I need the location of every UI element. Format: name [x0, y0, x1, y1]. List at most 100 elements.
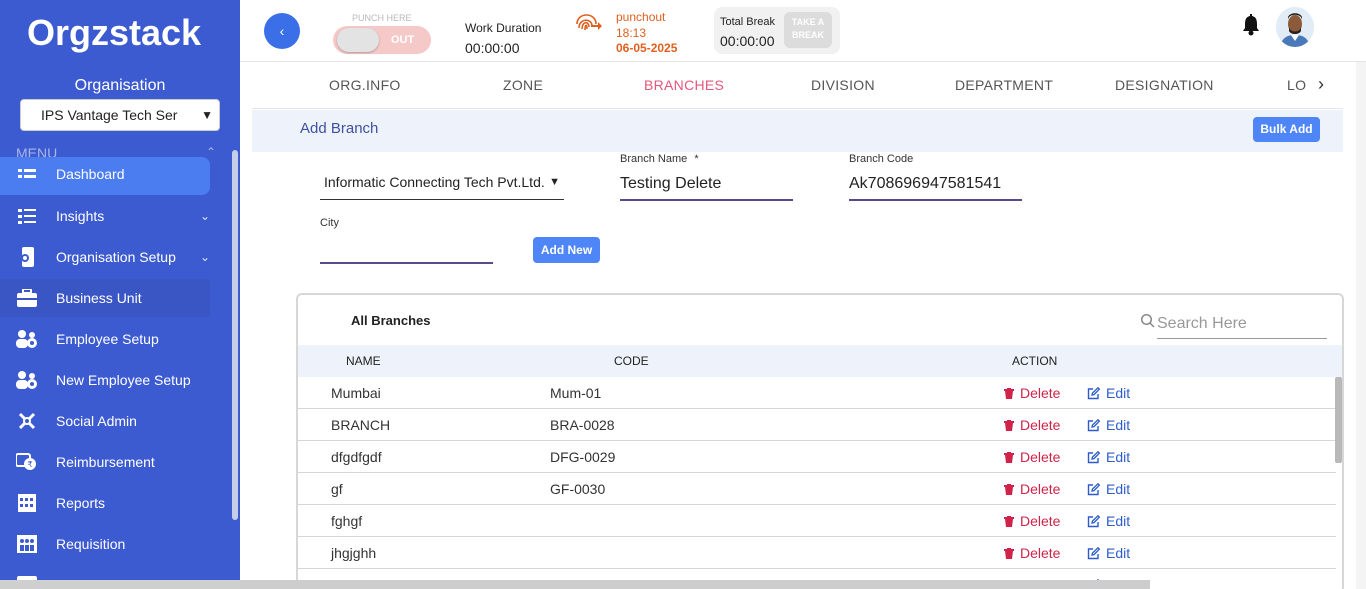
sidebar-item-label: Business Unit [56, 290, 142, 306]
city-input[interactable] [320, 235, 493, 264]
app-root: Orgzstack Organisation IPS Vantage Tech … [0, 0, 1366, 589]
delete-label: Delete [1020, 385, 1061, 401]
sidebar-item-organisation-setup[interactable]: Organisation Setup ⌄ [0, 238, 210, 276]
table-scrollbar[interactable] [1335, 377, 1342, 463]
trash-icon [1004, 387, 1014, 399]
bell-icon[interactable] [1241, 14, 1261, 36]
delete-button[interactable]: Delete [1004, 449, 1060, 465]
company-select[interactable]: Informatic Connecting Tech Pvt.Ltd. ▼ [320, 168, 564, 200]
delete-button[interactable]: Delete [1004, 481, 1060, 497]
sidebar-item-label: New Employee Setup [56, 372, 191, 388]
table-header: NAME CODE ACTION [298, 345, 1342, 377]
app-logo: Orgzstack [27, 12, 202, 53]
branch-code-label: Branch Code [849, 153, 914, 165]
sidebar-item-social-admin[interactable]: Social Admin [0, 402, 210, 440]
chevron-up-icon: ⌃ [205, 145, 216, 159]
delete-button[interactable]: Delete [1004, 513, 1060, 529]
sidebar-item-new-employee-setup[interactable]: New Employee Setup [0, 361, 210, 399]
tab-designation[interactable]: DESIGNATION [1115, 77, 1214, 93]
edit-icon [1087, 514, 1100, 527]
organisation-label: Organisation [74, 77, 166, 94]
sidebar-item-business-unit[interactable]: Business Unit [0, 279, 210, 317]
branch-name-cell: jhgjghh [331, 545, 377, 561]
chevron-right-icon[interactable]: › [1318, 74, 1324, 95]
delete-label: Delete [1020, 513, 1061, 529]
table-row: dfgdfgdf DFG-0029 Delete Edit [298, 441, 1336, 473]
edit-icon [1087, 482, 1100, 495]
edit-icon [1087, 450, 1100, 463]
sidebar-item-requisition[interactable]: Requisition [0, 525, 210, 563]
back-button[interactable]: ‹ [264, 13, 300, 49]
branch-code-input[interactable]: Ak708696947581541 [849, 172, 1022, 201]
edit-button[interactable]: Edit [1087, 385, 1130, 401]
edit-icon [1087, 418, 1100, 431]
delete-label: Delete [1020, 481, 1061, 497]
tab-branches[interactable]: BRANCHES [644, 77, 724, 93]
branch-name-cell: gf [331, 481, 343, 497]
sidebar-horizontal-scrollbar[interactable] [0, 580, 240, 589]
tab-division[interactable]: DIVISION [811, 77, 875, 93]
branch-code-cell: DFG-0029 [550, 449, 616, 465]
company-select-value: Informatic Connecting Tech Pvt.Ltd. [324, 174, 545, 190]
sidebar-item-dashboard[interactable]: Dashboard [0, 157, 210, 195]
chevron-down-icon: ⌄ [199, 250, 210, 264]
add-branch-title: Add Branch [300, 120, 379, 137]
edit-button[interactable]: Edit [1087, 545, 1130, 561]
branch-code-cell: BRA-0028 [550, 417, 615, 433]
table-row: Mumbai Mum-01 Delete Edit [298, 377, 1336, 409]
take-break-line1: TAKE A [791, 17, 825, 27]
branch-code-cell: Mum-01 [550, 385, 602, 401]
tab-zone[interactable]: ZONE [503, 77, 543, 93]
edit-button[interactable]: Edit [1087, 417, 1130, 433]
edit-button[interactable]: Edit [1087, 481, 1130, 497]
branch-name-cell: Mumbai [331, 385, 381, 401]
fingerprint-icon [576, 12, 602, 34]
page-scrollbar[interactable] [1356, 62, 1366, 589]
users-gear-icon [16, 329, 38, 349]
punch-toggle[interactable]: OUT [333, 26, 431, 54]
branch-name-label: Branch Name * [620, 153, 699, 165]
total-break-label: Total Break [720, 16, 776, 28]
punchout-label: punchout [616, 10, 666, 24]
trash-icon [1004, 547, 1014, 559]
all-branches-card: All Branches Search Here NAME CODE ACTIO… [296, 293, 1344, 589]
sidebar-item-label: Employee Setup [56, 331, 159, 347]
sidebar-item-reimbursement[interactable]: ₹ Reimbursement [0, 443, 210, 481]
city-label: City [320, 217, 339, 229]
chevron-down-icon: ▼ [549, 176, 560, 188]
delete-button[interactable]: Delete [1004, 385, 1060, 401]
bulk-add-button[interactable]: Bulk Add [1253, 117, 1320, 142]
tab-department[interactable]: DEPARTMENT [955, 77, 1053, 93]
total-break-value: 00:00:00 [720, 33, 775, 49]
search-input[interactable]: Search Here [1157, 311, 1327, 339]
chevron-left-icon: ‹ [279, 23, 285, 39]
edit-button[interactable]: Edit [1087, 449, 1130, 465]
edit-label: Edit [1106, 513, 1131, 529]
tab-location[interactable]: LO [1287, 77, 1306, 93]
column-header-name: NAME [346, 354, 381, 368]
organisation-select[interactable]: IPS Vantage Tech Ser ▼ [20, 99, 220, 131]
organisation-select-value: IPS Vantage Tech Ser [41, 107, 178, 123]
delete-label: Delete [1020, 449, 1061, 465]
sidebar-scrollbar[interactable] [232, 150, 238, 520]
delete-button[interactable]: Delete [1004, 545, 1060, 561]
branch-name-input[interactable]: Testing Delete [620, 172, 793, 201]
avatar[interactable] [1276, 7, 1314, 47]
branch-name-cell: fghgf [331, 513, 363, 529]
work-duration-label: Work Duration [465, 21, 542, 35]
edit-button[interactable]: Edit [1087, 513, 1130, 529]
all-branches-title: All Branches [351, 313, 431, 328]
take-break-button[interactable]: TAKE A BREAK [784, 12, 832, 48]
edit-label: Edit [1106, 449, 1131, 465]
trash-icon [1004, 419, 1014, 431]
sidebar-item-employee-setup[interactable]: Employee Setup [0, 320, 210, 358]
tab-org-info[interactable]: ORG.INFO [329, 77, 401, 93]
sidebar-item-label: Requisition [56, 536, 126, 552]
sidebar-item-reports[interactable]: Reports [0, 484, 210, 522]
dashboard-icon [16, 166, 38, 186]
sidebar-item-label: Social Admin [56, 413, 137, 429]
delete-button[interactable]: Delete [1004, 417, 1060, 433]
page-horizontal-scrollbar[interactable] [240, 580, 1150, 589]
add-new-button[interactable]: Add New [533, 237, 600, 263]
sidebar-item-insights[interactable]: Insights ⌄ [0, 197, 210, 235]
